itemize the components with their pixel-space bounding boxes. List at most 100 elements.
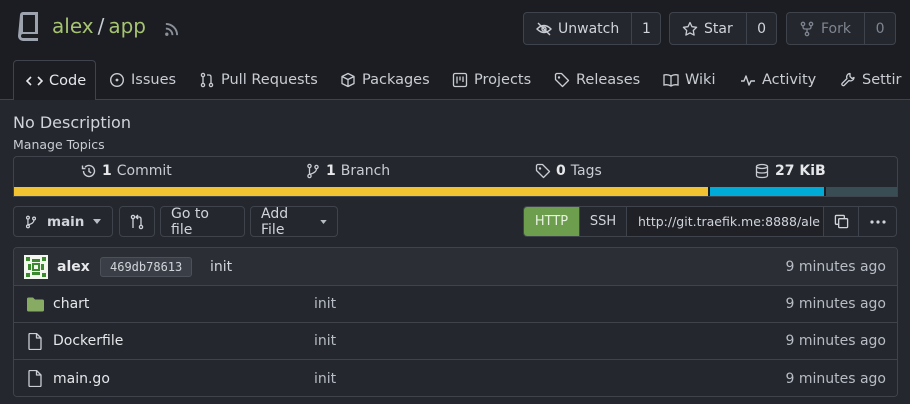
tab-issues[interactable]: Issues — [109, 59, 176, 100]
repo-description: No Description — [13, 113, 131, 132]
branches-stat[interactable]: 1 Branch — [305, 157, 390, 185]
branches-count: 1 — [326, 163, 336, 179]
more-options-button[interactable] — [859, 207, 896, 236]
fork-button[interactable]: Fork — [787, 13, 864, 44]
commit-message[interactable]: init — [210, 248, 232, 285]
repo-name-link[interactable]: app — [108, 14, 146, 38]
unwatch-button[interactable]: Unwatch — [524, 13, 631, 44]
file-icon — [28, 323, 42, 359]
file-row[interactable]: Dockerfile init 9 minutes ago — [14, 323, 897, 360]
file-commit-message[interactable]: init — [314, 286, 336, 322]
tab-label: Pull Requests — [221, 71, 318, 88]
pulse-icon — [740, 72, 756, 88]
language-bar[interactable] — [14, 187, 897, 196]
tags-stat[interactable]: 0 Tags — [535, 157, 602, 185]
file-name[interactable]: main.go — [53, 360, 110, 396]
file-name[interactable]: Dockerfile — [53, 323, 123, 359]
forks-count[interactable]: 0 — [864, 13, 895, 44]
kebab-horizontal-icon — [869, 219, 886, 224]
file-row[interactable]: main.go init 9 minutes ago — [14, 360, 897, 396]
manage-topics-link[interactable]: Manage Topics — [13, 137, 105, 152]
chevron-down-icon — [93, 219, 102, 224]
compare-button[interactable] — [119, 206, 155, 237]
add-file-button[interactable]: Add File — [250, 206, 338, 238]
clone-url-input[interactable]: http://git.traefik.me:8888/ale — [627, 207, 824, 236]
file-row[interactable]: chart init 9 minutes ago — [14, 286, 897, 323]
http-toggle[interactable]: HTTP — [524, 207, 580, 236]
database-icon — [754, 163, 770, 179]
copy-button[interactable] — [824, 207, 859, 236]
fork-label: Fork — [821, 20, 851, 37]
fork-icon — [799, 21, 815, 37]
commit-time: 9 minutes ago — [785, 258, 886, 275]
folder-icon — [27, 286, 44, 322]
history-icon — [81, 163, 97, 179]
file-time: 9 minutes ago — [785, 296, 886, 312]
tab-releases[interactable]: Releases — [554, 59, 640, 100]
go-to-file-button[interactable]: Go to file — [160, 206, 245, 238]
fork-button-group: Fork 0 — [786, 12, 896, 45]
branch-name: main — [47, 213, 85, 230]
tab-packages[interactable]: Packages — [340, 59, 430, 100]
tab-label: Code — [49, 72, 87, 89]
commit-sha-wrapper: 469db78613 — [100, 248, 193, 285]
file-commit-message[interactable]: init — [314, 323, 336, 359]
branch-icon — [24, 215, 38, 229]
tab-pull-requests[interactable]: Pull Requests — [199, 59, 318, 100]
stars-count[interactable]: 0 — [746, 13, 776, 44]
ssh-toggle[interactable]: SSH — [580, 207, 627, 236]
commits-count: 1 — [102, 163, 112, 179]
repo-title: alex / app — [52, 14, 146, 38]
file-time: 9 minutes ago — [785, 370, 886, 387]
tab-label: Wiki — [685, 71, 716, 88]
tab-activity[interactable]: Activity — [740, 59, 816, 100]
compare-icon — [129, 214, 145, 230]
tools-icon — [840, 72, 856, 88]
chevron-down-icon — [320, 219, 327, 224]
branch-selector[interactable]: main — [13, 206, 113, 237]
project-icon — [452, 72, 468, 88]
size-stat: 27 KiB — [754, 157, 831, 185]
latest-commit-row: alex 469db78613 init 9 minutes ago — [14, 248, 897, 286]
tab-settings[interactable]: Settir — [840, 59, 902, 100]
file-table: alex 469db78613 init 9 minutes ago chart… — [13, 247, 898, 397]
tab-label: Issues — [131, 71, 177, 88]
watchers-count[interactable]: 1 — [631, 13, 661, 44]
code-icon — [26, 74, 43, 88]
file-name[interactable]: chart — [53, 286, 89, 322]
star-button-group: Star 0 — [669, 12, 777, 45]
star-icon — [682, 21, 698, 37]
commit-author[interactable]: alex — [57, 248, 90, 285]
avatar[interactable] — [24, 248, 48, 285]
unwatch-label: Unwatch — [558, 20, 620, 37]
branches-label: Branch — [340, 163, 391, 179]
tab-label: Releases — [576, 71, 641, 88]
tab-code[interactable]: Code — [13, 60, 96, 101]
repo-icon — [17, 12, 41, 42]
language-bar-segment[interactable] — [823, 187, 897, 196]
star-button[interactable]: Star — [670, 13, 746, 44]
repo-tabs: Code Issues Pull Requests Packages Proje… — [0, 59, 910, 101]
tab-projects[interactable]: Projects — [452, 59, 531, 100]
language-bar-segment[interactable] — [14, 187, 709, 196]
tab-label: Packages — [362, 71, 430, 88]
repo-separator: / — [97, 14, 105, 38]
tab-wiki[interactable]: Wiki — [663, 59, 715, 100]
file-commit-message[interactable]: init — [314, 360, 336, 396]
size-value: 27 KiB — [775, 163, 826, 179]
repo-owner-link[interactable]: alex — [52, 14, 94, 38]
commits-label: Commit — [116, 163, 172, 179]
commit-sha[interactable]: 469db78613 — [100, 256, 193, 277]
tag-icon — [554, 72, 570, 88]
tags-label: Tags — [570, 163, 602, 179]
repo-stats-bar: 1 Commit 1 Branch 0 Tags 27 KiB — [13, 156, 898, 197]
tab-label: Activity — [762, 71, 817, 88]
file-time: 9 minutes ago — [785, 333, 886, 349]
commits-stat[interactable]: 1 Commit — [81, 157, 172, 185]
book-icon — [663, 72, 679, 88]
clone-panel: HTTP SSH http://git.traefik.me:8888/ale — [523, 206, 897, 237]
tag-icon — [535, 163, 551, 179]
language-bar-segment[interactable] — [708, 187, 824, 196]
rss-icon[interactable] — [164, 22, 179, 37]
package-icon — [340, 72, 356, 88]
